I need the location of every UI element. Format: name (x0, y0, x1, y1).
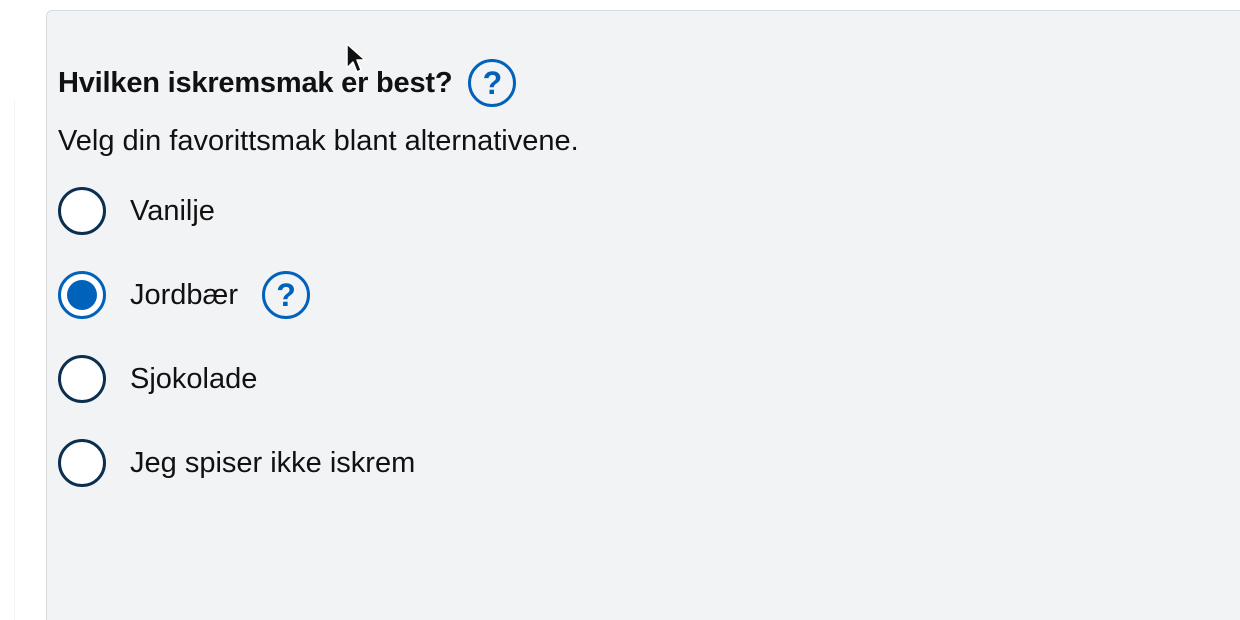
radio-fieldset: Hvilken iskremsmak er best? ? Velg din f… (58, 58, 579, 522)
radio-option-ingen-iskrem[interactable]: Jeg spiser ikke iskrem (58, 438, 579, 488)
radio-label[interactable]: Jordbær (130, 279, 238, 312)
question-description: Velg din favorittsmak blant alternativen… (58, 125, 579, 157)
radio-label[interactable]: Jeg spiser ikke iskrem (130, 447, 415, 480)
radio-option-jordbaer[interactable]: Jordbær ? (58, 270, 579, 320)
radio-option-sjokolade[interactable]: Sjokolade (58, 354, 579, 404)
radio-button[interactable] (58, 439, 106, 487)
radio-label[interactable]: Sjokolade (130, 363, 257, 396)
radio-button[interactable] (58, 355, 106, 403)
legend-row: Hvilken iskremsmak er best? ? (58, 58, 579, 108)
radio-label[interactable]: Vanilje (130, 195, 215, 228)
radio-option-vanilje[interactable]: Vanilje (58, 186, 579, 236)
radio-options: Vanilje Jordbær ? Sjokolade Jeg spiser i… (58, 186, 579, 488)
radio-button-checked[interactable] (58, 271, 106, 319)
left-divider (14, 100, 15, 620)
option-help-icon[interactable]: ? (262, 271, 310, 319)
question-legend: Hvilken iskremsmak er best? (58, 66, 453, 99)
page: Hvilken iskremsmak er best? ? Velg din f… (0, 0, 1240, 620)
mouse-pointer-icon (346, 43, 366, 73)
radio-button[interactable] (58, 187, 106, 235)
question-help-icon[interactable]: ? (468, 59, 517, 107)
